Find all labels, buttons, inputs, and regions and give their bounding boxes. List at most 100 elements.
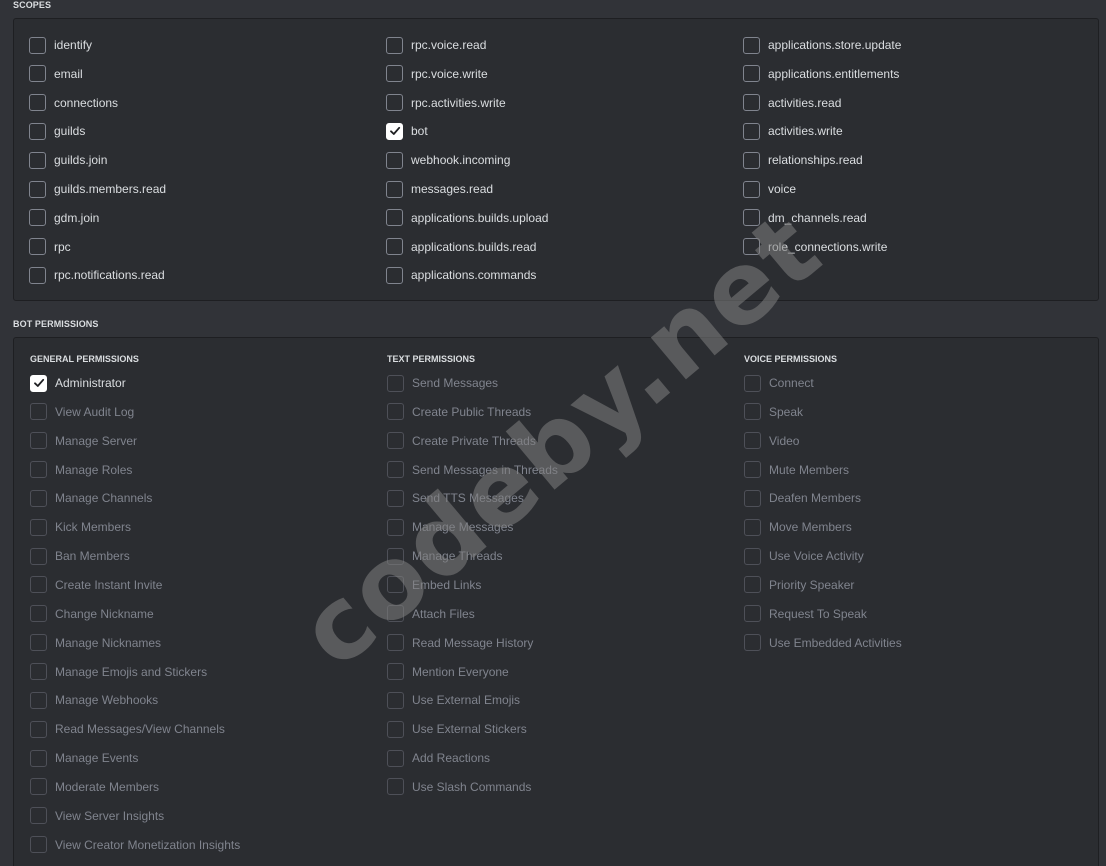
scope-activities-read[interactable]: activities.read — [743, 92, 841, 114]
scope-relationships-read[interactable]: relationships.read — [743, 149, 863, 171]
permission-embed-links: Embed Links — [387, 574, 481, 596]
permission-manage-webhooks: Manage Webhooks — [30, 689, 158, 711]
checkbox-label: Manage Webhooks — [55, 693, 159, 708]
checkbox[interactable] — [386, 65, 403, 83]
scope-voice[interactable]: voice — [743, 178, 796, 200]
checkbox-label: Kick Members — [55, 520, 132, 535]
scope-applications-commands[interactable]: applications.commands — [386, 264, 536, 286]
checkbox — [30, 432, 47, 450]
group-title-voice: VOICE PERMISSIONS — [744, 354, 838, 364]
checkbox[interactable] — [386, 238, 403, 256]
checkbox[interactable] — [29, 180, 46, 198]
permission-read-messages-view-channels: Read Messages/View Channels — [30, 718, 225, 740]
checkbox — [30, 547, 47, 565]
scope-identify[interactable]: identify — [29, 34, 92, 56]
checkbox-label: rpc.activities.write — [411, 95, 506, 110]
checkbox — [30, 778, 47, 796]
scope-bot[interactable]: bot — [386, 120, 428, 142]
checkbox-label: Manage Messages — [412, 520, 514, 535]
checkbox[interactable] — [29, 65, 46, 83]
checkbox[interactable] — [386, 151, 403, 169]
scope-webhook-incoming[interactable]: webhook.incoming — [386, 149, 510, 171]
scope-connections[interactable]: connections — [29, 92, 118, 114]
checkbox[interactable] — [743, 122, 760, 140]
scope-applications-store-update[interactable]: applications.store.update — [743, 34, 901, 56]
checkbox-label: Send Messages in Threads — [412, 462, 558, 477]
scope-email[interactable]: email — [29, 63, 83, 85]
scope-rpc-notifications-read[interactable]: rpc.notifications.read — [29, 264, 165, 286]
permission-use-slash-commands: Use Slash Commands — [387, 776, 531, 798]
checkbox — [387, 634, 404, 652]
scope-activities-write[interactable]: activities.write — [743, 120, 843, 142]
checkbox-label: Speak — [769, 404, 804, 419]
permission-view-creator-monetization-insights: View Creator Monetization Insights — [30, 834, 240, 856]
scope-messages-read[interactable]: messages.read — [386, 178, 493, 200]
checkbox-label: role_connections.write — [768, 239, 888, 254]
checkbox[interactable] — [29, 94, 46, 112]
permission-kick-members: Kick Members — [30, 516, 131, 538]
checkbox[interactable] — [386, 36, 403, 54]
scope-dm-channels-read[interactable]: dm_channels.read — [743, 207, 867, 229]
scope-rpc-activities-write[interactable]: rpc.activities.write — [386, 92, 506, 114]
permission-create-public-threads: Create Public Threads — [387, 401, 531, 423]
checkbox[interactable] — [29, 238, 46, 256]
checkbox — [30, 836, 47, 854]
checkbox[interactable] — [743, 36, 760, 54]
permission-mention-everyone: Mention Everyone — [387, 661, 509, 683]
scope-role-connections-write[interactable]: role_connections.write — [743, 236, 887, 258]
scope-guilds-join[interactable]: guilds.join — [29, 149, 107, 171]
scopes-title: SCOPES — [13, 0, 52, 10]
scope-applications-builds-upload[interactable]: applications.builds.upload — [386, 207, 548, 229]
checkbox — [744, 547, 761, 565]
checkbox[interactable] — [29, 122, 46, 140]
checkbox[interactable] — [29, 209, 46, 227]
checkbox-label: Embed Links — [412, 577, 482, 592]
checkbox-label: Use Slash Commands — [412, 779, 532, 794]
scope-applications-builds-read[interactable]: applications.builds.read — [386, 236, 536, 258]
checkbox[interactable] — [743, 94, 760, 112]
bot-permissions-title: BOT PERMISSIONS — [13, 319, 99, 329]
checkbox[interactable] — [386, 209, 403, 227]
checkbox[interactable] — [30, 374, 47, 392]
scope-guilds-members-read[interactable]: guilds.members.read — [29, 178, 166, 200]
permission-deafen-members: Deafen Members — [744, 487, 861, 509]
scope-gdm-join[interactable]: gdm.join — [29, 207, 99, 229]
checkbox[interactable] — [386, 180, 403, 198]
checkbox[interactable] — [386, 122, 403, 140]
permission-speak: Speak — [744, 401, 803, 423]
checkbox[interactable] — [743, 180, 760, 198]
scope-applications-entitlements[interactable]: applications.entitlements — [743, 63, 899, 85]
checkbox[interactable] — [29, 266, 46, 284]
checkbox[interactable] — [743, 238, 760, 256]
group-title-general: GENERAL PERMISSIONS — [30, 354, 139, 364]
checkbox — [30, 691, 47, 709]
checkbox[interactable] — [743, 151, 760, 169]
checkbox-label: applications.builds.read — [411, 239, 537, 254]
checkbox — [744, 634, 761, 652]
checkbox[interactable] — [29, 151, 46, 169]
scope-rpc[interactable]: rpc — [29, 236, 71, 258]
checkbox-label: applications.commands — [411, 268, 537, 283]
scope-guilds[interactable]: guilds — [29, 120, 85, 142]
checkbox — [30, 807, 47, 825]
scope-rpc-voice-write[interactable]: rpc.voice.write — [386, 63, 488, 85]
checkbox[interactable] — [386, 94, 403, 112]
checkbox[interactable] — [743, 209, 760, 227]
checkbox-label: Deafen Members — [769, 491, 862, 506]
permission-mute-members: Mute Members — [744, 459, 849, 481]
scope-rpc-voice-read[interactable]: rpc.voice.read — [386, 34, 486, 56]
permission-administrator[interactable]: Administrator — [30, 372, 126, 394]
checkbox-label: Use External Stickers — [412, 722, 527, 737]
checkbox-label: Manage Nicknames — [55, 635, 162, 650]
checkbox[interactable] — [386, 266, 403, 284]
checkbox-label: Attach Files — [412, 606, 475, 621]
checkbox — [744, 518, 761, 536]
checkbox[interactable] — [743, 65, 760, 83]
checkbox — [387, 749, 404, 767]
permission-manage-server: Manage Server — [30, 430, 137, 452]
permission-use-voice-activity: Use Voice Activity — [744, 545, 864, 567]
permission-priority-speaker: Priority Speaker — [744, 574, 854, 596]
checkbox[interactable] — [29, 36, 46, 54]
checkbox — [387, 432, 404, 450]
permission-add-reactions: Add Reactions — [387, 747, 490, 769]
